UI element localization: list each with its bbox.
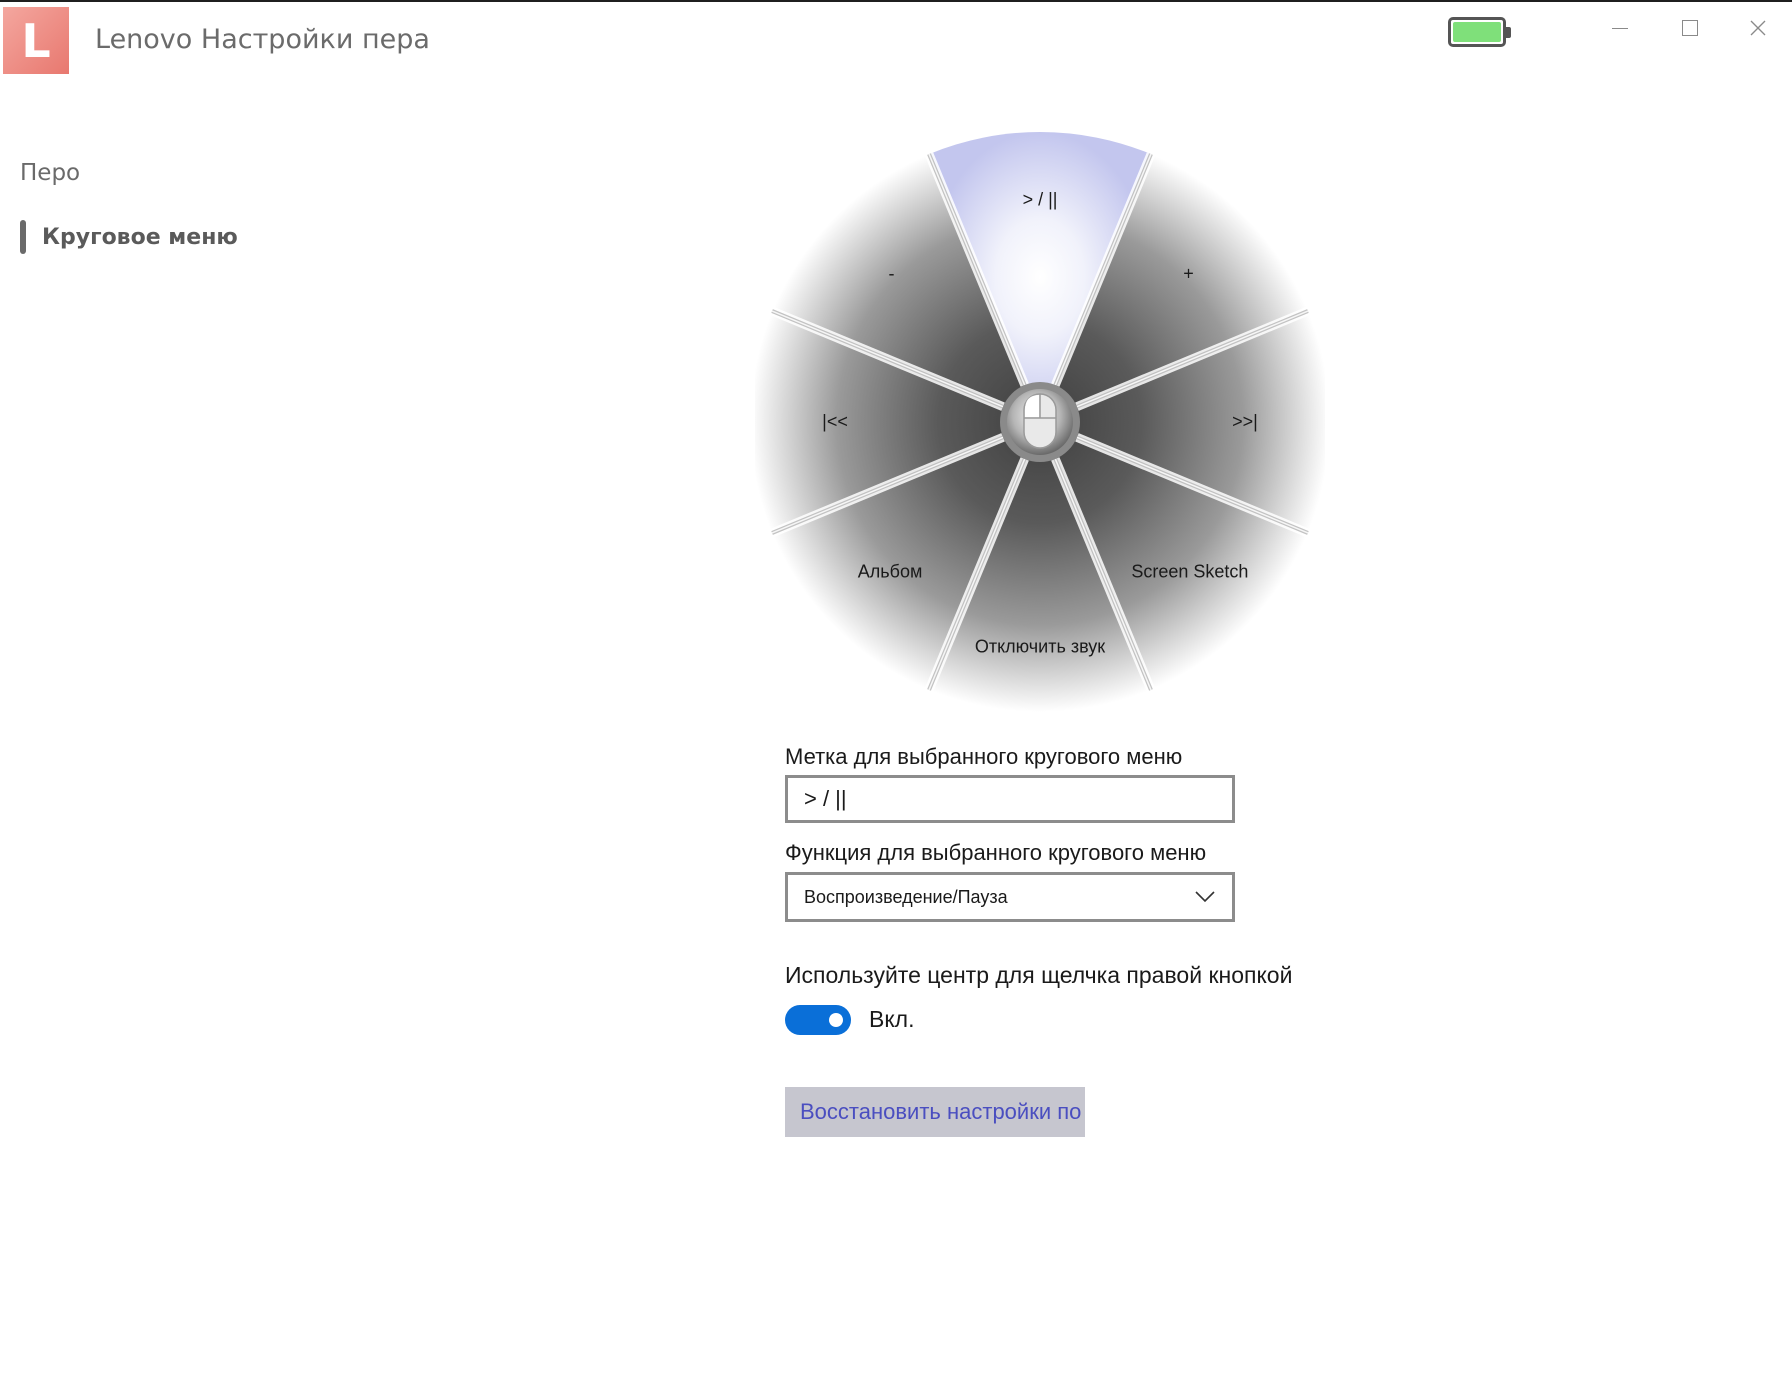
toggle-knob [829, 1013, 843, 1027]
radial-sector-previous[interactable]: |<< [822, 412, 848, 433]
app-logo: L [3, 7, 69, 74]
center-click-toggle[interactable] [785, 1005, 851, 1035]
restore-defaults-button[interactable]: Восстановить настройки по умолчанию [785, 1087, 1085, 1137]
sidebar-item-label: Круговое меню [42, 224, 238, 250]
minimize-icon [1612, 27, 1628, 29]
radial-sector-screen-sketch[interactable]: Screen Sketch [1131, 561, 1248, 582]
radial-sector-next[interactable]: >>| [1232, 412, 1258, 433]
function-field-title: Функция для выбранного кругового меню [785, 840, 1207, 865]
chevron-down-icon [1195, 891, 1215, 903]
radial-sector-plus[interactable]: + [1183, 263, 1194, 284]
minimize-button[interactable] [1595, 10, 1645, 46]
center-click-toggle-text: Вкл. [869, 1006, 915, 1032]
sidebar-item-pen[interactable]: Перо [20, 160, 80, 186]
window-title: Lenovo Настройки пера [95, 24, 430, 55]
sidebar-item-radial-menu[interactable]: Круговое меню [20, 219, 238, 255]
center-click-title: Используйте центр для щелчка правой кноп… [785, 962, 1295, 988]
battery-icon [1448, 17, 1511, 47]
label-input[interactable] [785, 775, 1235, 823]
radial-sector-mute[interactable]: Отключить звук [975, 637, 1105, 658]
selected-indicator [20, 220, 26, 254]
radial-sector-album[interactable]: Альбом [858, 561, 923, 582]
radial-sector-play-pause[interactable]: > / || [1023, 190, 1058, 211]
maximize-button[interactable] [1665, 10, 1715, 46]
close-button[interactable] [1733, 10, 1783, 46]
function-dropdown[interactable]: Воспроизведение/Пауза [785, 872, 1235, 922]
function-dropdown-value: Воспроизведение/Пауза [804, 886, 1008, 907]
battery-fill [1453, 22, 1501, 42]
maximize-icon [1682, 20, 1698, 36]
radial-sector-minus[interactable]: - [889, 263, 895, 284]
close-icon [1750, 20, 1766, 36]
label-field-title: Метка для выбранного кругового меню [785, 744, 1183, 769]
app-logo-letter: L [21, 13, 51, 68]
radial-menu: > / || + >>| Screen Sketch Отключить зву… [755, 122, 1325, 712]
app-window: L Lenovo Настройки пера Перо Круговое ме… [0, 0, 1792, 1394]
